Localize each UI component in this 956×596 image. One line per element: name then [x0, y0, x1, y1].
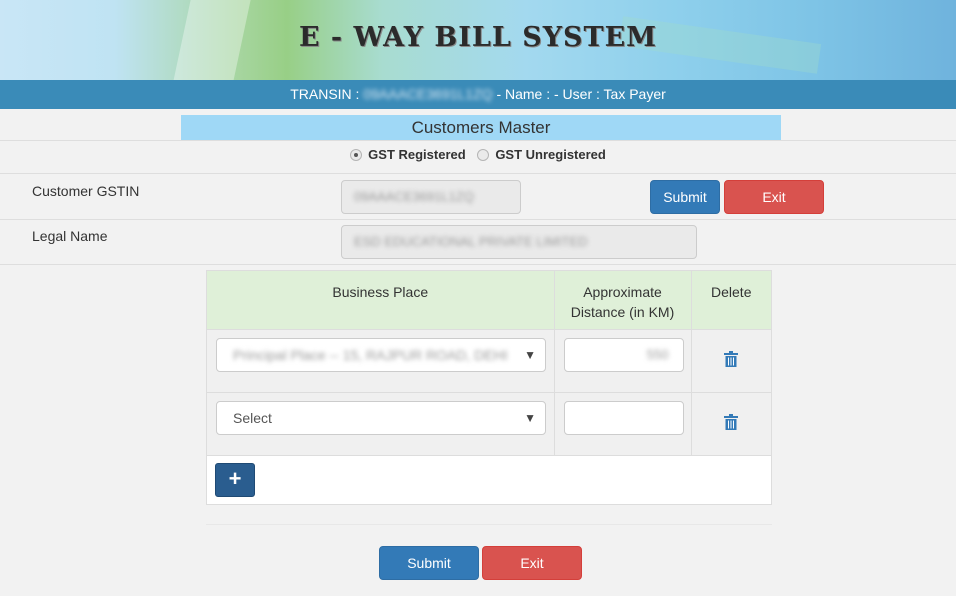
legal-name-value: ESD EDUCATIONAL PRIVATE LIMITED: [354, 234, 588, 249]
legal-name-label: Legal Name: [32, 228, 108, 244]
gstin-submit-button[interactable]: Submit: [650, 180, 720, 214]
distance-input[interactable]: [563, 400, 684, 435]
legal-name-field[interactable]: ESD EDUCATIONAL PRIVATE LIMITED: [341, 225, 697, 259]
delete-cell: [691, 329, 771, 393]
radio-button[interactable]: [477, 149, 490, 161]
distance-header-line2: Distance (in KM): [570, 304, 675, 320]
radio-button-checked[interactable]: [350, 149, 363, 161]
transin-label: TRANSIN :: [290, 86, 360, 102]
radio-label: GST Registered: [368, 147, 466, 162]
dropdown-caret-icon: ▼: [524, 410, 536, 425]
business-place-cell: Principal Place -- 15, RAJPUR ROAD, DEHI…: [207, 329, 555, 393]
business-place-cell: Select ▼: [207, 392, 555, 456]
select-value: Select: [233, 409, 272, 426]
distance-cell: 550: [554, 329, 692, 393]
distance-cell: [554, 392, 692, 456]
column-header-distance: Approximate Distance (in KM): [554, 271, 692, 330]
page-title: Customers Master: [181, 115, 781, 140]
gstin-field[interactable]: 09AAACE3691L1ZQ: [341, 180, 521, 214]
business-place-select[interactable]: Principal Place -- 15, RAJPUR ROAD, DEHI…: [216, 337, 546, 372]
gstin-value: 09AAACE3691L1ZQ: [354, 189, 474, 204]
legal-name-row: Legal Name ESD EDUCATIONAL PRIVATE LIMIT…: [0, 220, 956, 265]
business-place-select[interactable]: Select ▼: [216, 400, 546, 435]
delete-cell: [691, 392, 771, 456]
gstin-row: Customer GSTIN 09AAACE3691L1ZQ Submit Ex…: [0, 175, 956, 220]
gstin-exit-button[interactable]: Exit: [724, 180, 824, 214]
header-banner: E - WAY BILL SYSTEM: [0, 0, 956, 80]
business-place-grid: Business Place Approximate Distance (in …: [206, 270, 772, 505]
gstin-label: Customer GSTIN: [32, 183, 140, 199]
dropdown-caret-icon: ▼: [524, 347, 536, 362]
distance-input[interactable]: 550: [563, 337, 684, 372]
exit-button[interactable]: Exit: [482, 546, 582, 580]
trash-icon[interactable]: [724, 350, 739, 367]
submit-button[interactable]: Submit: [379, 546, 479, 580]
column-header-business-place: Business Place: [207, 271, 555, 330]
radio-label: GST Unregistered: [495, 147, 606, 162]
user-info-bar: TRANSIN : 09AAACE3691L1ZQ - Name : - Use…: [0, 80, 956, 109]
radio-gst-unregistered[interactable]: GST Unregistered: [477, 147, 606, 162]
table-row: Select ▼: [207, 392, 771, 456]
trash-icon[interactable]: [724, 413, 739, 430]
radio-gst-registered[interactable]: GST Registered: [350, 147, 469, 162]
distance-header-line1: Approximate: [583, 284, 662, 300]
user-info-text: - Name : - User : Tax Payer: [496, 86, 666, 102]
app-title: E - WAY BILL SYSTEM: [298, 22, 658, 53]
select-value: Principal Place -- 15, RAJPUR ROAD, DEHI: [233, 346, 508, 363]
grid-header-row: Business Place Approximate Distance (in …: [207, 271, 771, 330]
registration-type-group: GST Registered GST Unregistered: [0, 140, 956, 174]
column-header-delete: Delete: [691, 271, 771, 330]
transin-value: 09AAACE3691L1ZQ: [363, 86, 493, 102]
add-row-button[interactable]: +: [215, 463, 255, 497]
distance-value: 550: [646, 346, 669, 362]
divider: [206, 524, 772, 525]
table-row: Principal Place -- 15, RAJPUR ROAD, DEHI…: [207, 329, 771, 393]
